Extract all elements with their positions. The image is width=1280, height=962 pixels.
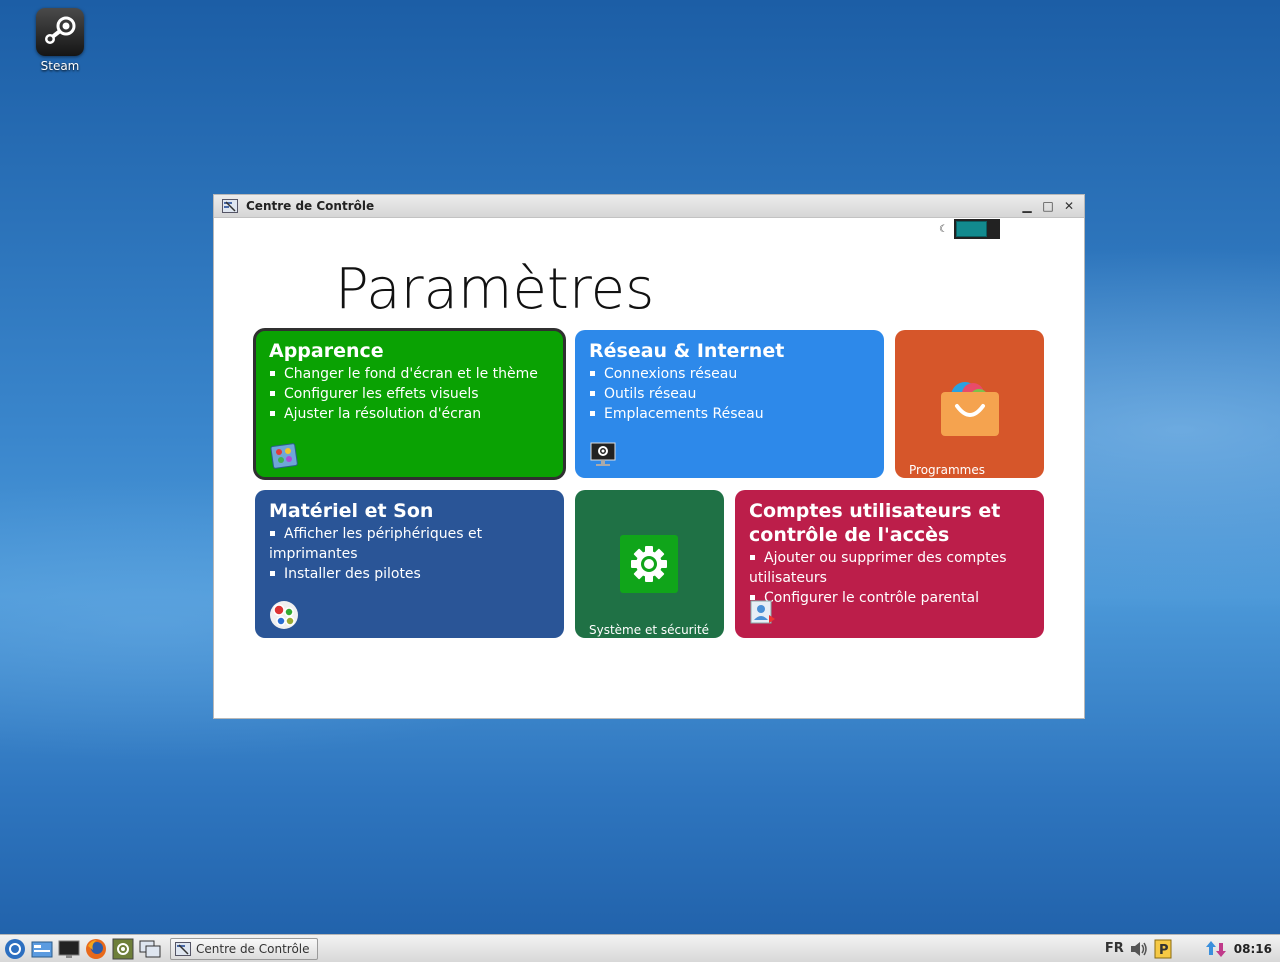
file-manager-icon[interactable] — [30, 937, 54, 961]
system-tray: FR P 08:16 — [1105, 939, 1280, 959]
tile-appearance[interactable]: Apparence Changer le fond d'écran et le … — [253, 328, 566, 480]
tile-link[interactable]: Configurer le contrôle parental — [749, 588, 1034, 608]
tile-title-line1: Comptes utilisateurs et — [749, 500, 1001, 522]
theme-switch[interactable] — [954, 219, 1000, 239]
theme-switch-fill — [956, 221, 987, 237]
tile-caption: Système et sécurité — [589, 623, 710, 637]
moon-icon: ☾ — [939, 223, 948, 235]
control-center-taskbar-icon[interactable] — [111, 937, 135, 961]
tile-link[interactable]: Afficher les périphériques et imprimante… — [269, 524, 554, 564]
window-titlebar[interactable]: Centre de Contrôle ▁ □ ✕ — [214, 195, 1084, 218]
taskbar-task-label: Centre de Contrôle — [196, 941, 310, 956]
control-center-icon — [175, 941, 191, 956]
tile-caption: Programmes — [909, 463, 985, 477]
tile-link[interactable]: Changer le fond d'écran et le thème — [269, 364, 554, 384]
tile-link[interactable]: Ajouter ou supprimer des comptes utilisa… — [749, 548, 1034, 588]
clock[interactable]: 08:16 — [1234, 942, 1272, 956]
tile-link[interactable]: Outils réseau — [589, 384, 874, 404]
gear-icon — [620, 535, 678, 593]
maximize-button[interactable]: □ — [1039, 197, 1057, 215]
tile-network[interactable]: Réseau & Internet Connexions réseau Outi… — [575, 330, 884, 478]
tile-link[interactable]: Configurer les effets visuels — [269, 384, 554, 404]
tile-link[interactable]: Connexions réseau — [589, 364, 874, 384]
taskbar-task-control-center[interactable]: Centre de Contrôle — [170, 937, 318, 960]
svg-text:P: P — [1159, 943, 1169, 958]
keyboard-layout-indicator[interactable]: FR — [1105, 941, 1124, 956]
steam-icon — [36, 8, 84, 56]
tile-programs[interactable]: Programmes — [895, 330, 1044, 478]
tile-link[interactable]: Ajuster la résolution d'écran — [269, 404, 554, 424]
taskbar: Centre de Contrôle FR P 08:16 — [0, 934, 1280, 962]
tile-system-security[interactable]: Système et sécurité — [575, 490, 724, 638]
tile-title: Apparence — [269, 340, 384, 362]
show-desktop-icon[interactable] — [138, 937, 162, 961]
desktop-icon-label: Steam — [40, 59, 80, 73]
user-account-icon — [750, 600, 775, 624]
tile-hardware[interactable]: Matériel et Son Afficher les périphériqu… — [255, 490, 564, 638]
volume-icon[interactable] — [1130, 941, 1148, 957]
firefox-icon[interactable] — [84, 937, 108, 961]
tile-user-accounts[interactable]: Comptes utilisateurs et contrôle de l'acc… — [735, 490, 1044, 638]
page-title: Paramètres — [335, 257, 655, 322]
shopping-bag-icon — [941, 382, 999, 436]
window-title: Centre de Contrôle — [246, 199, 375, 213]
hardware-gears-icon — [270, 601, 298, 629]
tile-title-line2: contrôle de l'accès — [749, 524, 950, 546]
close-button[interactable]: ✕ — [1060, 197, 1078, 215]
terminal-icon[interactable] — [57, 937, 81, 961]
appearance-icon — [270, 443, 298, 469]
network-activity-icon[interactable] — [1205, 940, 1226, 958]
control-center-icon — [222, 199, 238, 213]
tile-link[interactable]: Emplacements Réseau — [589, 404, 874, 424]
tile-title: Matériel et Son — [269, 500, 434, 522]
package-updater-icon[interactable]: P — [1154, 939, 1172, 959]
desktop-icon-steam[interactable]: Steam — [30, 8, 90, 73]
tile-title: Comptes utilisateurs et contrôle de l'acc… — [749, 499, 1044, 547]
start-menu-icon[interactable] — [3, 937, 27, 961]
network-settings-icon — [590, 442, 616, 466]
control-center-window: Centre de Contrôle ▁ □ ✕ ☾ Paramètres Ap… — [213, 194, 1085, 719]
tile-title: Réseau & Internet — [589, 340, 785, 362]
tile-link[interactable]: Installer des pilotes — [269, 564, 554, 584]
theme-toggle[interactable]: ☾ — [939, 219, 1000, 239]
minimize-button[interactable]: ▁ — [1018, 197, 1036, 215]
